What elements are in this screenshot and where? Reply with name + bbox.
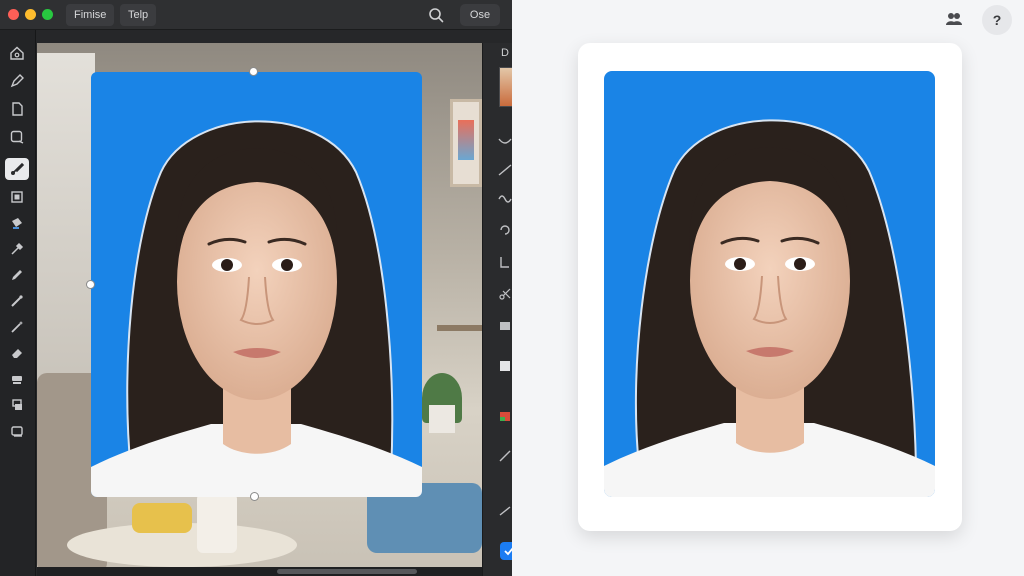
panel-bracket-icon[interactable] bbox=[498, 255, 512, 269]
horizontal-scrollbar[interactable] bbox=[277, 569, 417, 574]
stamp-icon[interactable] bbox=[5, 368, 29, 390]
background-cup bbox=[197, 493, 237, 553]
crop-icon[interactable] bbox=[5, 420, 29, 442]
document-icon[interactable] bbox=[5, 98, 29, 120]
pencil-icon[interactable] bbox=[5, 264, 29, 286]
panel-slash-icon[interactable] bbox=[498, 503, 512, 517]
panel-rotate-icon[interactable] bbox=[498, 223, 512, 237]
tool-palette bbox=[0, 30, 36, 576]
wand-icon[interactable] bbox=[5, 316, 29, 338]
title-bar: Fimise Telp Ose bbox=[0, 0, 512, 30]
photo-editor-window: Fimise Telp Ose D bbox=[0, 0, 512, 576]
transform-handle-top[interactable] bbox=[250, 68, 257, 75]
checkmark-icon bbox=[504, 547, 512, 556]
confirm-check-button[interactable] bbox=[500, 542, 512, 560]
panel-arrow-icon[interactable] bbox=[498, 449, 512, 463]
menu-button-secondary[interactable]: Telp bbox=[120, 4, 157, 26]
result-photo bbox=[604, 71, 935, 497]
background-window bbox=[37, 53, 95, 383]
brush-icon[interactable] bbox=[5, 158, 29, 180]
minimize-window-button[interactable] bbox=[25, 9, 36, 20]
status-bar bbox=[37, 567, 482, 576]
background-pot bbox=[429, 405, 455, 433]
search-icon[interactable] bbox=[428, 7, 444, 23]
panel-line-icon[interactable] bbox=[498, 163, 512, 177]
pen-icon[interactable] bbox=[5, 70, 29, 92]
background-shelf bbox=[437, 325, 482, 331]
maximize-window-button[interactable] bbox=[42, 9, 53, 20]
portrait-image bbox=[91, 120, 422, 497]
eraser-icon[interactable] bbox=[5, 342, 29, 364]
frame-icon[interactable] bbox=[5, 126, 29, 148]
panel-wave-icon[interactable] bbox=[498, 191, 512, 205]
layers-icon[interactable] bbox=[5, 394, 29, 416]
background-toy bbox=[132, 503, 192, 533]
panel-mask-icon[interactable] bbox=[498, 319, 512, 333]
menu-button-primary[interactable]: Fimise bbox=[66, 4, 115, 26]
help-button[interactable]: ? bbox=[982, 5, 1012, 35]
panel-scissors-icon[interactable] bbox=[498, 287, 512, 301]
close-button[interactable]: Ose bbox=[460, 4, 500, 26]
panel-label: D bbox=[501, 47, 509, 59]
layer-thumbnail[interactable] bbox=[499, 67, 512, 107]
home-icon[interactable] bbox=[5, 42, 29, 64]
background-wall-art-print bbox=[458, 120, 474, 160]
background-wall-art bbox=[450, 99, 482, 187]
grid-icon[interactable] bbox=[5, 186, 29, 208]
eyedropper-icon[interactable] bbox=[5, 238, 29, 260]
transform-handle-left[interactable] bbox=[87, 281, 94, 288]
panel-square-icon[interactable] bbox=[498, 359, 512, 373]
fill-icon[interactable] bbox=[5, 212, 29, 234]
right-panel: D bbox=[482, 43, 512, 576]
panel-color-icon[interactable] bbox=[498, 409, 512, 423]
result-portrait-image bbox=[604, 119, 935, 497]
panel-curve-icon[interactable] bbox=[498, 135, 512, 149]
users-icon[interactable] bbox=[942, 7, 966, 31]
editing-photo[interactable] bbox=[91, 72, 422, 497]
close-window-button[interactable] bbox=[8, 9, 19, 20]
transform-handle-bottom[interactable] bbox=[251, 493, 258, 500]
smudge-icon[interactable] bbox=[5, 290, 29, 312]
